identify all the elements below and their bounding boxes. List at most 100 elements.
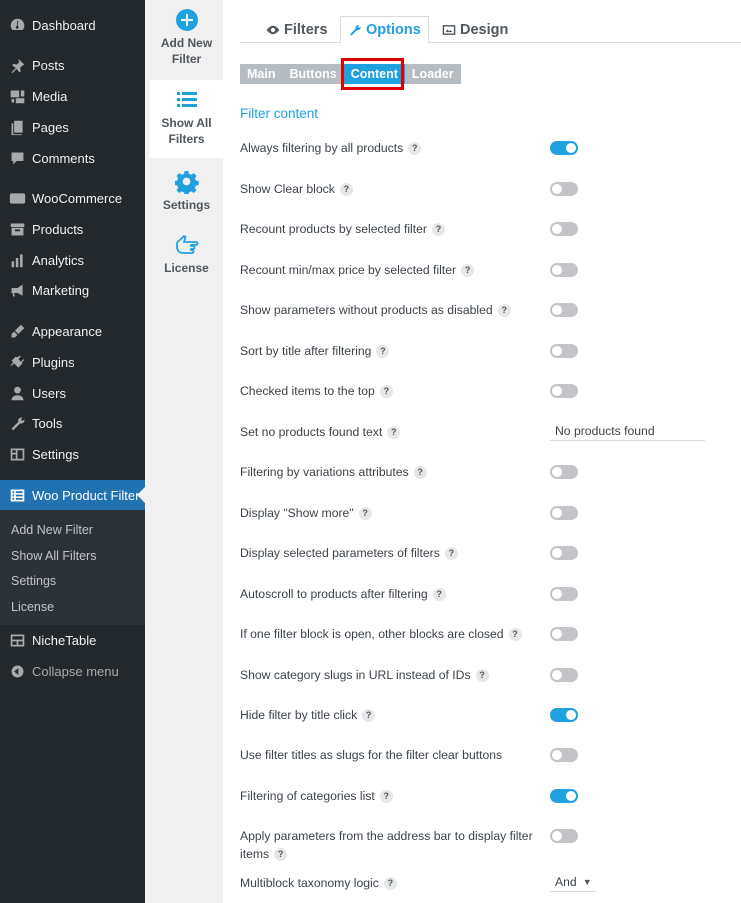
option-label: Always filtering by all products?: [240, 140, 535, 158]
menu-label: Marketing: [32, 282, 90, 298]
help-icon[interactable]: ?: [497, 304, 511, 318]
tab-label: Add New Filter: [160, 36, 213, 66]
tab-show-all-filters[interactable]: Show All Filters: [150, 80, 223, 158]
tab-label: License: [164, 261, 209, 275]
menu-label: Woo Product Filter: [32, 487, 140, 503]
menu-analytics[interactable]: Analytics: [0, 246, 145, 274]
option-label-text: Recount products by selected filter: [240, 222, 427, 236]
tab-label: Show All Filters: [161, 116, 212, 146]
menu-nichetable[interactable]: NicheTable: [0, 626, 145, 654]
toggle-switch[interactable]: [550, 222, 578, 236]
help-icon[interactable]: ?: [408, 142, 422, 156]
menu-woocommerce[interactable]: WooCommerce: [0, 184, 145, 212]
option-label: Show parameters without products as disa…: [240, 302, 535, 320]
menu-label: Plugins: [32, 354, 75, 370]
menu-media[interactable]: Media: [0, 82, 145, 110]
toggle-switch[interactable]: [550, 263, 578, 277]
toggle-switch[interactable]: [550, 748, 578, 762]
option-label: Multiblock taxonomy logic?: [240, 875, 535, 893]
pushpin-icon: [0, 57, 32, 74]
taxonomy-logic-select[interactable]: And ▼: [550, 872, 596, 892]
subtab-main[interactable]: Main: [240, 64, 282, 84]
menu-label: WooCommerce: [32, 190, 123, 206]
menu-plugins[interactable]: Plugins: [0, 348, 145, 376]
tab-options[interactable]: Options: [340, 16, 429, 44]
help-icon[interactable]: ?: [379, 385, 393, 399]
toggle-switch[interactable]: [550, 182, 578, 196]
help-icon[interactable]: ?: [461, 264, 475, 278]
toggle-switch[interactable]: [550, 789, 578, 803]
toggle-switch[interactable]: [550, 506, 578, 520]
toggle-switch[interactable]: [550, 465, 578, 479]
subtab-buttons[interactable]: Buttons: [282, 64, 343, 84]
help-icon[interactable]: ?: [413, 466, 427, 480]
subtab-loader[interactable]: Loader: [405, 64, 461, 84]
menu-users[interactable]: Users: [0, 379, 145, 407]
help-icon[interactable]: ?: [376, 345, 390, 359]
menu-posts[interactable]: Posts: [0, 51, 145, 79]
menu-label: Posts: [32, 57, 65, 73]
help-icon[interactable]: ?: [444, 547, 458, 561]
help-icon[interactable]: ?: [358, 507, 372, 521]
help-icon[interactable]: ?: [383, 877, 397, 891]
option-label: Hide filter by title click?: [240, 707, 535, 725]
archive-icon: [0, 221, 32, 238]
help-icon[interactable]: ?: [387, 426, 401, 440]
option-label-text: Recount min/max price by selected filter: [240, 263, 457, 277]
menu-comments[interactable]: Comments: [0, 144, 145, 172]
comment-icon: [0, 150, 32, 167]
menu-tools[interactable]: Tools: [0, 409, 145, 437]
menu-label: Analytics: [32, 252, 85, 268]
submenu-show-all-filters[interactable]: Show All Filters: [0, 544, 145, 570]
tab-design[interactable]: Design: [435, 16, 515, 44]
help-icon[interactable]: ?: [274, 847, 288, 861]
toggle-switch[interactable]: [550, 546, 578, 560]
subtab-content[interactable]: Content: [343, 64, 405, 84]
settings-icon: [0, 446, 32, 463]
wrench-icon: [350, 24, 361, 36]
toggle-switch[interactable]: [550, 627, 578, 641]
toggle-switch[interactable]: [550, 303, 578, 317]
toggle-switch[interactable]: [550, 708, 578, 722]
submenu-add-new-filter[interactable]: Add New Filter: [0, 518, 145, 544]
toggle-switch[interactable]: [550, 384, 578, 398]
menu-settings[interactable]: Settings: [0, 440, 145, 468]
menu-marketing[interactable]: Marketing: [0, 276, 145, 304]
help-icon[interactable]: ?: [431, 223, 445, 237]
option-label: Sort by title after filtering?: [240, 343, 535, 361]
help-icon[interactable]: ?: [508, 628, 522, 642]
tab-label: Options: [366, 22, 421, 38]
tab-license[interactable]: License: [150, 233, 223, 283]
help-icon[interactable]: ?: [339, 183, 353, 197]
menu-appearance[interactable]: Appearance: [0, 317, 145, 345]
toggle-switch[interactable]: [550, 344, 578, 358]
tab-add-new-filter[interactable]: Add New Filter: [150, 8, 223, 78]
tab-filters[interactable]: Filters: [259, 16, 335, 44]
option-label-text: Multiblock taxonomy logic: [240, 876, 379, 890]
menu-dashboard[interactable]: Dashboard: [0, 11, 145, 39]
list-icon: [0, 487, 32, 504]
wrench-icon: [0, 415, 32, 432]
option-label-text: Display "Show more": [240, 506, 354, 520]
menu-pages[interactable]: Pages: [0, 113, 145, 141]
toggle-switch[interactable]: [550, 829, 578, 843]
menu-label: Settings: [32, 446, 79, 462]
option-label: Display "Show more"?: [240, 505, 535, 523]
menu-products[interactable]: Products: [0, 215, 145, 243]
menu-woo-product-filter[interactable]: Woo Product Filter: [0, 480, 145, 510]
no-products-text-input[interactable]: [550, 421, 705, 441]
tab-settings[interactable]: Settings: [150, 170, 223, 220]
option-label-text: Filtering by variations attributes: [240, 465, 409, 479]
help-icon[interactable]: ?: [475, 669, 489, 683]
help-icon[interactable]: ?: [362, 709, 376, 723]
toggle-switch[interactable]: [550, 587, 578, 601]
submenu-license[interactable]: License: [0, 595, 145, 621]
option-label-text: Hide filter by title click: [240, 708, 358, 722]
toggle-switch[interactable]: [550, 668, 578, 682]
help-icon[interactable]: ?: [379, 790, 393, 804]
help-icon[interactable]: ?: [432, 588, 446, 602]
submenu-settings[interactable]: Settings: [0, 569, 145, 595]
menu-label: Dashboard: [32, 17, 96, 33]
toggle-switch[interactable]: [550, 141, 578, 155]
collapse-menu-button[interactable]: Collapse menu: [0, 657, 145, 685]
